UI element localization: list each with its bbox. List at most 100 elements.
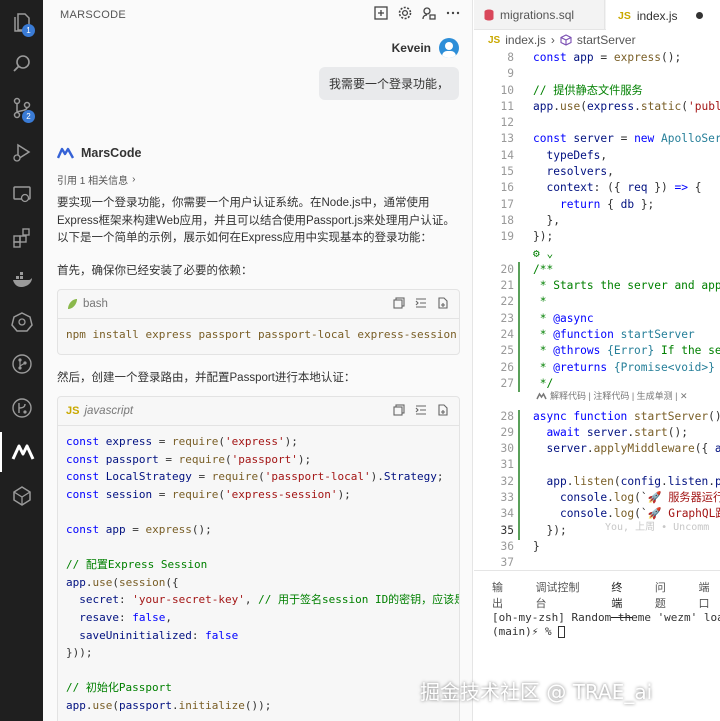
line-number: 30 xyxy=(500,442,514,456)
line-number: 17 xyxy=(500,197,514,211)
breadcrumb-file[interactable]: index.js xyxy=(505,33,546,47)
code-token: ( xyxy=(258,470,265,484)
code-line: resolvers, xyxy=(533,164,720,180)
js-icon: JS xyxy=(618,9,631,22)
code-token: require xyxy=(211,470,259,484)
new-chat-icon[interactable] xyxy=(374,6,388,20)
code-token: const xyxy=(66,522,106,536)
docker-icon[interactable] xyxy=(0,260,43,300)
answer-paragraph-2: 首先，确保你已经安装了必要的依赖： xyxy=(57,265,253,277)
run-debug-icon[interactable] xyxy=(0,132,43,172)
code-token: . xyxy=(85,575,93,589)
code-token: use xyxy=(92,698,113,712)
code-token: @throws xyxy=(553,344,608,358)
code-token: 'passport-local' xyxy=(264,470,371,484)
line-number: 25 xyxy=(500,344,514,358)
code-line: typeDefs, xyxy=(533,148,720,164)
code-token: (` xyxy=(634,491,648,505)
insert-code-icon[interactable] xyxy=(415,404,429,418)
code-token: : xyxy=(119,610,133,624)
settings-icon[interactable] xyxy=(398,6,412,20)
user-message-bubble: 我需要一个登录功能， xyxy=(318,67,459,100)
code-token: ( xyxy=(218,487,225,501)
modified-line-marker xyxy=(518,410,520,540)
code-token: app xyxy=(66,575,86,589)
code-token: * xyxy=(533,295,547,309)
tab-index-js[interactable]: JS index.js xyxy=(606,0,720,31)
code-token: = xyxy=(191,470,212,484)
tab-bar: migrations.sql JS index.js xyxy=(474,0,720,31)
code-line: }, xyxy=(533,213,720,229)
terminal[interactable]: [oh-my-zsh] Random theme 'wezm' load (ma… xyxy=(492,611,720,639)
code-token: ); xyxy=(337,487,351,501)
codelens-actions[interactable]: 解释代码 | 注释代码 | 生成单测 | ✕ xyxy=(536,389,688,402)
line-number: 23 xyxy=(500,311,514,325)
code-token: passport xyxy=(105,452,159,466)
code-token: 'your-secret-key' xyxy=(132,593,245,607)
code-token: . xyxy=(586,442,594,456)
search-icon[interactable] xyxy=(0,44,43,84)
kubernetes-icon[interactable] xyxy=(0,302,43,342)
insert-code-icon[interactable] xyxy=(415,297,429,311)
line-number: 15 xyxy=(500,165,514,179)
code-token: : xyxy=(191,628,206,642)
answer-paragraph-3: 然后，创建一个登录路由，并配置Passport进行本地认证： xyxy=(57,372,356,384)
new-file-icon[interactable] xyxy=(437,297,451,311)
code-token: ); xyxy=(284,435,298,448)
remote-explorer-icon[interactable] xyxy=(0,174,43,214)
unsaved-dot-icon[interactable] xyxy=(695,12,703,19)
line-number: 19 xyxy=(500,230,514,244)
code-token: console xyxy=(559,491,608,505)
modified-line-marker xyxy=(518,262,520,392)
line-number: 24 xyxy=(500,328,514,342)
code-token: require xyxy=(171,487,219,501)
copy-icon[interactable] xyxy=(393,404,407,418)
code-token: : ({ xyxy=(593,181,628,195)
code-token: ⚙ ⌄ xyxy=(533,246,554,260)
line-number: 29 xyxy=(500,425,514,439)
code-token: }) xyxy=(647,181,675,195)
copy-icon[interactable] xyxy=(393,297,407,311)
extensions-icon[interactable] xyxy=(0,218,43,258)
code-token: , xyxy=(607,165,614,179)
terminal-output-line: [oh-my-zsh] Random theme 'wezm' load xyxy=(492,611,720,624)
code-token: ); xyxy=(297,452,312,466)
source-control-icon[interactable]: 2 xyxy=(0,88,43,128)
js-icon: JS xyxy=(488,34,501,46)
code-line: ⚙ ⌄ xyxy=(533,246,720,262)
explorer-icon[interactable]: 1 xyxy=(0,2,43,42)
new-file-icon[interactable] xyxy=(437,404,451,418)
marscode-logo-icon xyxy=(57,146,75,160)
git-lens-icon[interactable] xyxy=(0,388,43,428)
code-token: db xyxy=(620,197,635,211)
code-line: * xyxy=(533,294,720,310)
marscode-icon[interactable] xyxy=(0,432,43,472)
code-area[interactable]: 8 9 10 11 12 13 14 15 16 17 18 19 20 21 22 23 24 25 26 27 28… xyxy=(474,50,720,569)
code-token: await xyxy=(546,425,587,439)
code-token: * xyxy=(533,360,554,374)
breadcrumb-symbol[interactable]: startServer xyxy=(577,33,636,47)
code-token: // 提供静态文件服务 xyxy=(533,83,643,97)
code-line: app.listen(config.listen.po xyxy=(533,474,720,490)
git-graph-icon[interactable] xyxy=(0,344,43,384)
line-number: 11 xyxy=(500,99,514,113)
code-token: @function xyxy=(553,328,621,342)
code-token: false xyxy=(132,610,166,624)
code-token: start xyxy=(634,425,668,439)
code-token: listen xyxy=(667,474,709,488)
tab-migrations-sql[interactable]: migrations.sql xyxy=(474,0,605,30)
code-token: server xyxy=(573,132,614,146)
more-icon[interactable] xyxy=(446,6,460,20)
account-feedback-icon[interactable] xyxy=(422,6,436,20)
code-token: }; xyxy=(634,197,655,211)
reference-info[interactable]: 引用 1 相关信息 › xyxy=(57,172,135,187)
plugin-icon[interactable] xyxy=(0,476,43,516)
code-token: initialize xyxy=(178,698,245,712)
code-token: ( xyxy=(218,435,225,448)
code-token: , xyxy=(165,610,172,624)
